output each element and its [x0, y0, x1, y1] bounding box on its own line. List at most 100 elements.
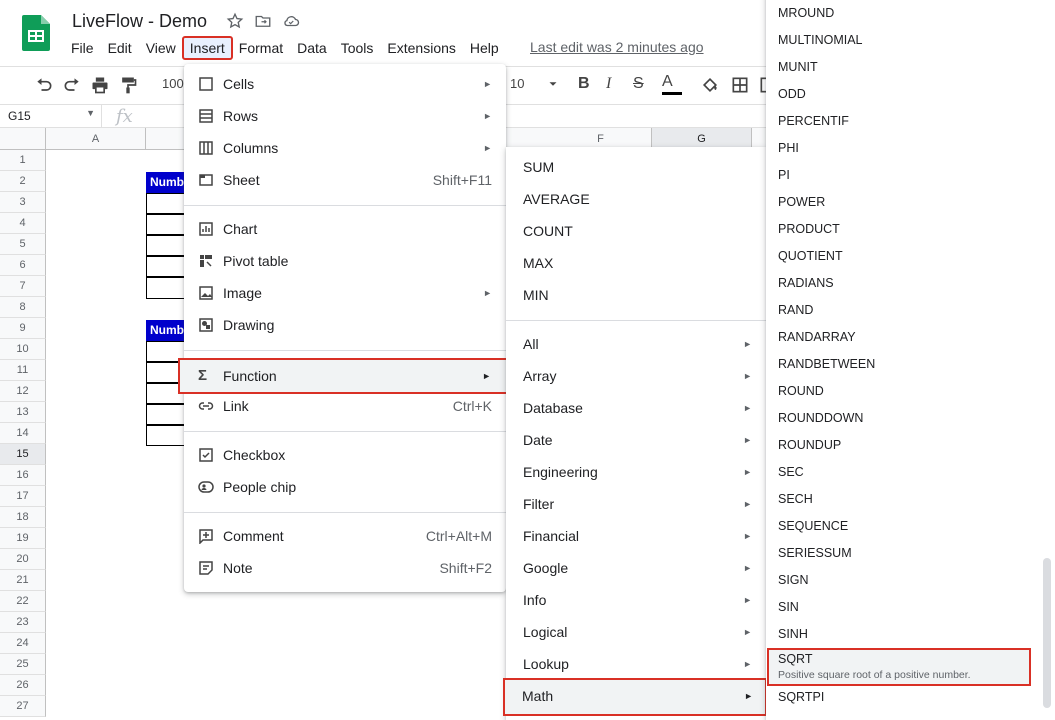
math-function-phi[interactable]: PHI: [778, 141, 799, 155]
math-function-sqrtpi[interactable]: SQRTPI: [778, 690, 824, 704]
row-header-18[interactable]: 18: [0, 507, 46, 528]
math-function-mround[interactable]: MROUND: [778, 6, 834, 20]
function-count-item[interactable]: COUNT: [506, 215, 766, 247]
table-cell[interactable]: [146, 214, 186, 235]
math-function-rounddown[interactable]: ROUNDDOWN: [778, 411, 863, 425]
name-box[interactable]: G15 ▼: [0, 105, 102, 128]
sheets-logo-icon[interactable]: [22, 15, 50, 51]
insert-rows-item[interactable]: Rows ►: [184, 100, 506, 132]
column-header-a[interactable]: A: [46, 128, 146, 150]
bold-icon[interactable]: B: [578, 75, 598, 95]
insert-link-item[interactable]: Link Ctrl+K: [184, 390, 506, 422]
row-header-11[interactable]: 11: [0, 360, 46, 381]
fill-color-icon[interactable]: [700, 75, 720, 95]
function-category-financial[interactable]: Financial ►: [506, 520, 766, 552]
insert-cells-item[interactable]: Cells ►: [184, 68, 506, 100]
select-all-corner[interactable]: [0, 128, 46, 150]
function-category-filter[interactable]: Filter ►: [506, 488, 766, 520]
function-category-engineering[interactable]: Engineering ►: [506, 456, 766, 488]
row-header-5[interactable]: 5: [0, 234, 46, 255]
table-cell[interactable]: [146, 404, 186, 425]
function-category-lookup[interactable]: Lookup ►: [506, 648, 766, 680]
row-header-2[interactable]: 2: [0, 171, 46, 192]
row-header-26[interactable]: 26: [0, 675, 46, 696]
function-category-database[interactable]: Database ►: [506, 392, 766, 424]
math-function-odd[interactable]: ODD: [778, 87, 806, 101]
math-function-sqrt[interactable]: SQRT Positive square root of a positive …: [767, 648, 1031, 686]
insert-checkbox-item[interactable]: Checkbox: [184, 439, 506, 471]
row-header-3[interactable]: 3: [0, 192, 46, 213]
function-category-array[interactable]: Array ►: [506, 360, 766, 392]
table-cell[interactable]: [146, 277, 186, 299]
row-header-27[interactable]: 27: [0, 696, 46, 717]
insert-note-item[interactable]: Note Shift+F2: [184, 552, 506, 584]
row-header-23[interactable]: 23: [0, 612, 46, 633]
row-header-13[interactable]: 13: [0, 402, 46, 423]
insert-comment-item[interactable]: Comment Ctrl+Alt+M: [184, 520, 506, 552]
table-header-cell[interactable]: Number: [146, 320, 186, 341]
paint-format-icon[interactable]: [118, 75, 138, 95]
row-header-16[interactable]: 16: [0, 465, 46, 486]
last-edit-link[interactable]: Last edit was 2 minutes ago: [530, 39, 704, 55]
math-function-munit[interactable]: MUNIT: [778, 60, 818, 74]
math-function-percentif[interactable]: PERCENTIF: [778, 114, 849, 128]
row-header-12[interactable]: 12: [0, 381, 46, 402]
menu-format[interactable]: Format: [232, 37, 290, 59]
table-header-cell[interactable]: Number: [146, 172, 186, 193]
math-function-sinh[interactable]: SINH: [778, 627, 808, 641]
italic-icon[interactable]: I: [606, 75, 626, 95]
math-function-quotient[interactable]: QUOTIENT: [778, 249, 843, 263]
insert-columns-item[interactable]: Columns ►: [184, 132, 506, 164]
row-header-14[interactable]: 14: [0, 423, 46, 444]
row-header-25[interactable]: 25: [0, 654, 46, 675]
row-header-7[interactable]: 7: [0, 276, 46, 297]
scrollbar[interactable]: [1043, 558, 1051, 708]
menu-view[interactable]: View: [139, 37, 183, 59]
row-header-10[interactable]: 10: [0, 339, 46, 360]
table-cell[interactable]: [146, 235, 186, 256]
math-function-roundup[interactable]: ROUNDUP: [778, 438, 841, 452]
menu-edit[interactable]: Edit: [101, 37, 139, 59]
math-function-sin[interactable]: SIN: [778, 600, 799, 614]
insert-image-item[interactable]: Image ►: [184, 277, 506, 309]
function-category-math[interactable]: Math ►: [503, 678, 767, 716]
table-cell[interactable]: [146, 425, 186, 446]
table-cell[interactable]: [146, 193, 186, 214]
function-max-item[interactable]: MAX: [506, 247, 766, 279]
math-function-product[interactable]: PRODUCT: [778, 222, 840, 236]
math-function-round[interactable]: ROUND: [778, 384, 824, 398]
math-function-sech[interactable]: SECH: [778, 492, 813, 506]
column-header-b[interactable]: [146, 128, 186, 150]
function-category-info[interactable]: Info ►: [506, 584, 766, 616]
row-header-20[interactable]: 20: [0, 549, 46, 570]
menu-data[interactable]: Data: [290, 37, 334, 59]
function-category-logical[interactable]: Logical ►: [506, 616, 766, 648]
math-function-seriessum[interactable]: SERIESSUM: [778, 546, 852, 560]
table-cell[interactable]: [146, 256, 186, 277]
document-title[interactable]: LiveFlow - Demo: [72, 11, 207, 32]
function-average-item[interactable]: AVERAGE: [506, 183, 766, 215]
menu-extensions[interactable]: Extensions: [380, 37, 462, 59]
move-folder-icon[interactable]: [254, 12, 272, 30]
row-header-9[interactable]: 9: [0, 318, 46, 339]
function-min-item[interactable]: MIN: [506, 279, 766, 311]
strikethrough-icon[interactable]: S: [633, 75, 653, 95]
font-size-select[interactable]: 10: [510, 76, 524, 91]
math-function-radians[interactable]: RADIANS: [778, 276, 834, 290]
insert-people-chip-item[interactable]: People chip: [184, 471, 506, 503]
function-category-google[interactable]: Google ►: [506, 552, 766, 584]
row-header-24[interactable]: 24: [0, 633, 46, 654]
cloud-status-icon[interactable]: [282, 12, 300, 30]
row-header-22[interactable]: 22: [0, 591, 46, 612]
row-header-17[interactable]: 17: [0, 486, 46, 507]
function-category-all[interactable]: All ►: [506, 328, 766, 360]
insert-pivot-table-item[interactable]: Pivot table: [184, 245, 506, 277]
row-header-8[interactable]: 8: [0, 297, 46, 318]
undo-icon[interactable]: [34, 75, 54, 95]
insert-chart-item[interactable]: Chart: [184, 213, 506, 245]
math-function-rand[interactable]: RAND: [778, 303, 813, 317]
row-header-19[interactable]: 19: [0, 528, 46, 549]
function-sum-item[interactable]: SUM: [506, 151, 766, 183]
row-header-15[interactable]: 15: [0, 444, 46, 465]
function-category-date[interactable]: Date ►: [506, 424, 766, 456]
